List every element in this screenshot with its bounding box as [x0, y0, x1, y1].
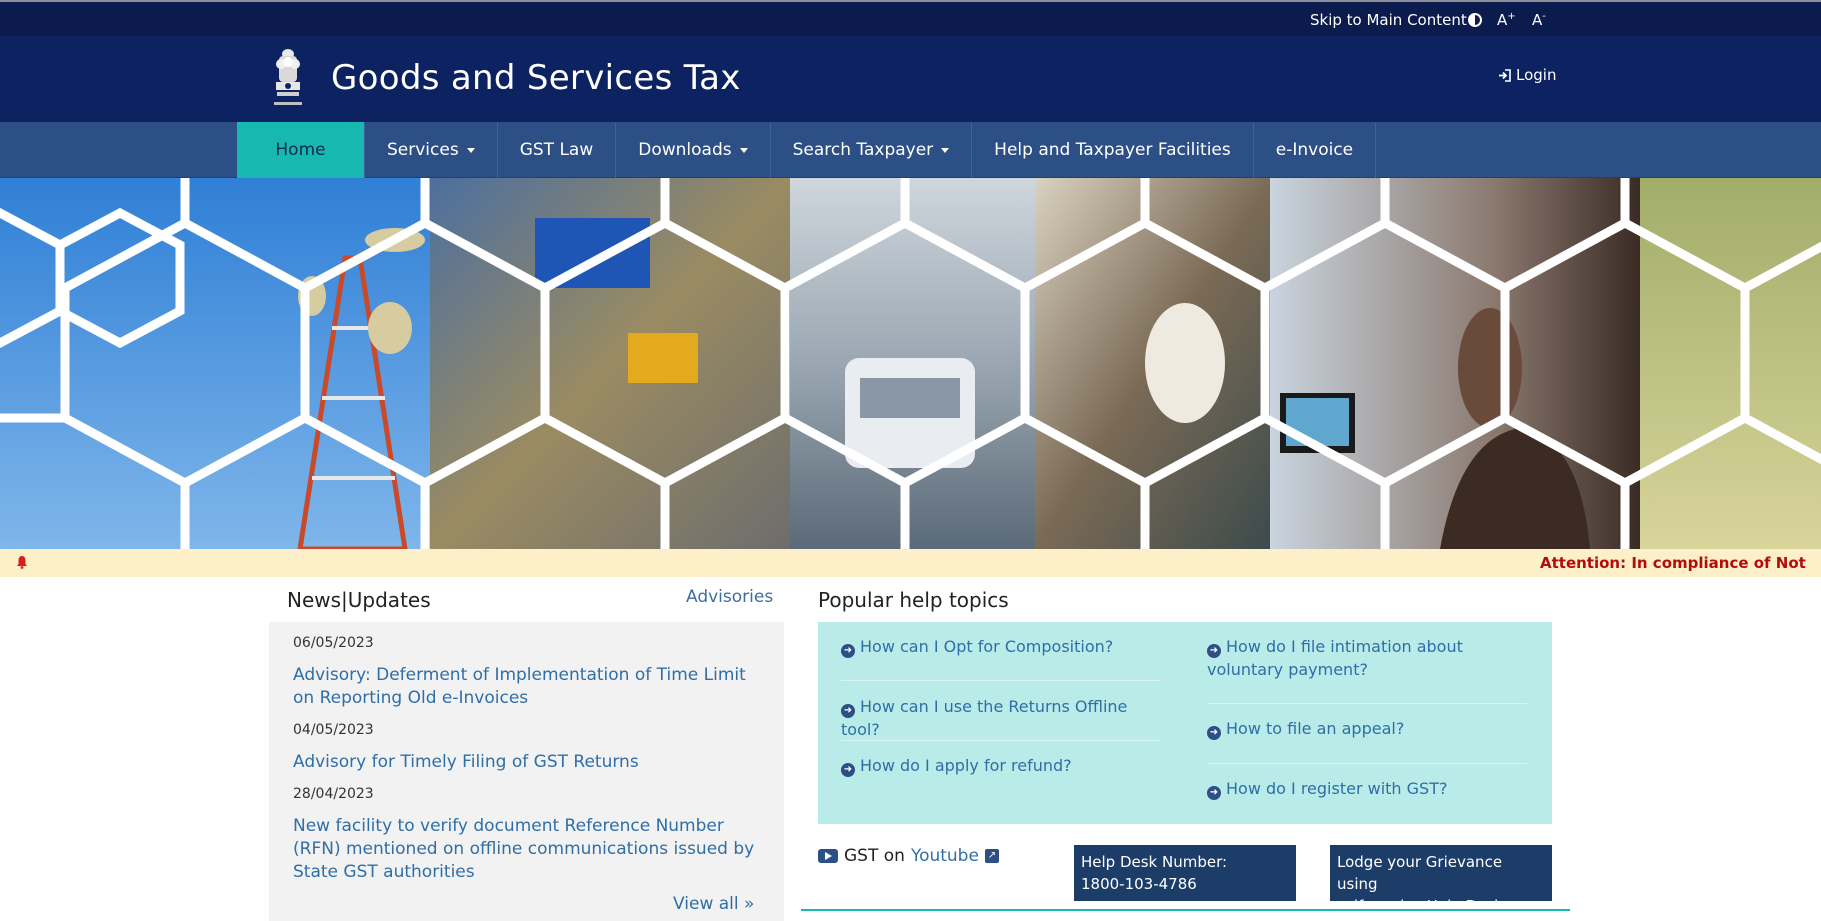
help-topic-label: How do I register with GST?	[1226, 779, 1448, 798]
increase-font-button[interactable]: A+	[1497, 11, 1516, 29]
circle-arrow-right-icon: ➜	[1207, 786, 1221, 800]
site-title[interactable]: Goods and Services Tax	[331, 58, 741, 98]
nav-item-help-taxpayer-facilities[interactable]: Help and Taxpayer Facilities	[972, 122, 1254, 178]
divider	[1207, 703, 1527, 704]
nav-label: Help and Taxpayer Facilities	[994, 140, 1231, 160]
divider	[841, 680, 1161, 681]
news-date: 06/05/2023	[293, 635, 374, 651]
site-header: Goods and Services Tax Login	[0, 36, 1821, 122]
divider	[841, 740, 1161, 741]
news-date: 04/05/2023	[293, 722, 374, 738]
nav-label: Downloads	[638, 140, 732, 160]
nav-label: Home	[275, 140, 326, 160]
view-all-link[interactable]: View all »	[673, 894, 754, 914]
nav-item-gst-law[interactable]: GST Law	[498, 122, 617, 178]
help-topic-link[interactable]: ➜ How do I file intimation about voluntar…	[1207, 635, 1527, 681]
decrease-font-button[interactable]: A-	[1532, 11, 1546, 29]
news-date: 28/04/2023	[293, 786, 374, 802]
nav-item-services[interactable]: Services	[365, 122, 498, 178]
help-topic-label: How can I Opt for Composition?	[860, 637, 1114, 656]
youtube-prefix: GST on	[844, 846, 905, 866]
circle-arrow-right-icon: ➜	[841, 704, 855, 718]
advisories-link[interactable]: Advisories	[686, 587, 773, 607]
news-updates-heading: News|Updates	[287, 588, 431, 612]
youtube-link[interactable]: Youtube	[911, 846, 979, 866]
nav-label: Search Taxpayer	[792, 140, 934, 160]
skip-to-main-content-link[interactable]: Skip to Main Content	[1310, 11, 1467, 29]
nav-item-e-invoice[interactable]: e-Invoice	[1254, 122, 1377, 178]
divider	[1207, 763, 1527, 764]
circle-arrow-right-icon: ➜	[1207, 726, 1221, 740]
caret-down-icon	[739, 147, 748, 153]
nav-item-downloads[interactable]: Downloads	[616, 122, 771, 178]
popular-help-topics-heading: Popular help topics	[818, 588, 1009, 612]
help-desk-number-box[interactable]: Help Desk Number: 1800-103-4786	[1074, 845, 1296, 901]
help-topic-label: How do I apply for refund?	[860, 756, 1072, 775]
help-topics-panel: ➜ How can I Opt for Composition? ➜ How can…	[818, 622, 1552, 824]
nav-label: GST Law	[519, 140, 594, 160]
circle-arrow-right-icon: ➜	[841, 644, 855, 658]
ticker-text[interactable]: Attention: In compliance of Not	[1540, 554, 1806, 572]
youtube-icon	[818, 849, 838, 863]
nav-label: e-Invoice	[1275, 140, 1354, 160]
bell-icon	[17, 556, 27, 569]
news-panel: 06/05/2023 Advisory: Deferment of Implem…	[269, 622, 784, 921]
external-link-icon[interactable]: ↗	[984, 849, 999, 863]
increase-font-sup: +	[1507, 11, 1516, 22]
help-topic-link[interactable]: ➜ How to file an appeal?	[1207, 717, 1527, 740]
help-desk-number: 1800-103-4786	[1081, 875, 1197, 893]
help-topic-label: How do I file intimation about voluntary…	[1207, 637, 1463, 679]
national-emblem-icon[interactable]	[268, 46, 308, 110]
login-label: Login	[1516, 66, 1557, 84]
main-navigation: Home Services GST Law Downloads Search T…	[0, 122, 1821, 178]
news-link[interactable]: New facility to verify document Referenc…	[293, 815, 763, 884]
nav-item-home[interactable]: Home	[237, 122, 365, 178]
login-icon	[1499, 68, 1511, 82]
contrast-toggle-icon[interactable]	[1468, 13, 1482, 27]
help-topic-link[interactable]: ➜ How can I use the Returns Offline tool?	[841, 695, 1161, 741]
news-link[interactable]: Advisory for Timely Filing of GST Return…	[293, 751, 763, 774]
decrease-font-sup: -	[1542, 11, 1546, 22]
grievance-portal-box[interactable]: Lodge your Grievance using self-service …	[1330, 845, 1552, 921]
circle-arrow-right-icon: ➜	[1207, 644, 1221, 658]
section-divider	[801, 909, 1570, 911]
youtube-row: GST on Youtube ↗	[818, 846, 999, 866]
grievance-line-1: Lodge your Grievance using	[1337, 853, 1503, 893]
help-topic-link[interactable]: ➜ How do I register with GST?	[1207, 777, 1527, 800]
login-button[interactable]: Login	[1498, 66, 1556, 84]
caret-down-icon	[941, 147, 950, 153]
nav-item-search-taxpayer[interactable]: Search Taxpayer	[771, 122, 973, 178]
circle-arrow-right-icon: ➜	[841, 763, 855, 777]
announcement-ticker: Attention: In compliance of Not	[0, 549, 1821, 577]
news-link[interactable]: Advisory: Deferment of Implementation of…	[293, 664, 763, 710]
caret-down-icon	[466, 147, 475, 153]
increase-font-label: A	[1497, 11, 1508, 29]
help-topic-link[interactable]: ➜ How do I apply for refund?	[841, 754, 1161, 777]
grievance-line-2: self-service Help Desk Portal	[1337, 897, 1503, 921]
help-topic-label: How can I use the Returns Offline tool?	[841, 697, 1128, 739]
help-topic-label: How to file an appeal?	[1226, 719, 1405, 738]
utility-bar: Skip to Main Content A+ A-	[0, 0, 1821, 36]
hero-banner	[0, 178, 1821, 549]
nav-label: Services	[387, 140, 459, 160]
help-topic-link[interactable]: ➜ How can I Opt for Composition?	[841, 635, 1161, 658]
hexagon-collage-image	[0, 178, 1821, 549]
decrease-font-label: A	[1532, 11, 1543, 29]
page: Skip to Main Content A+ A- Goods and Ser…	[0, 0, 1821, 921]
help-desk-label: Help Desk Number:	[1081, 853, 1228, 871]
